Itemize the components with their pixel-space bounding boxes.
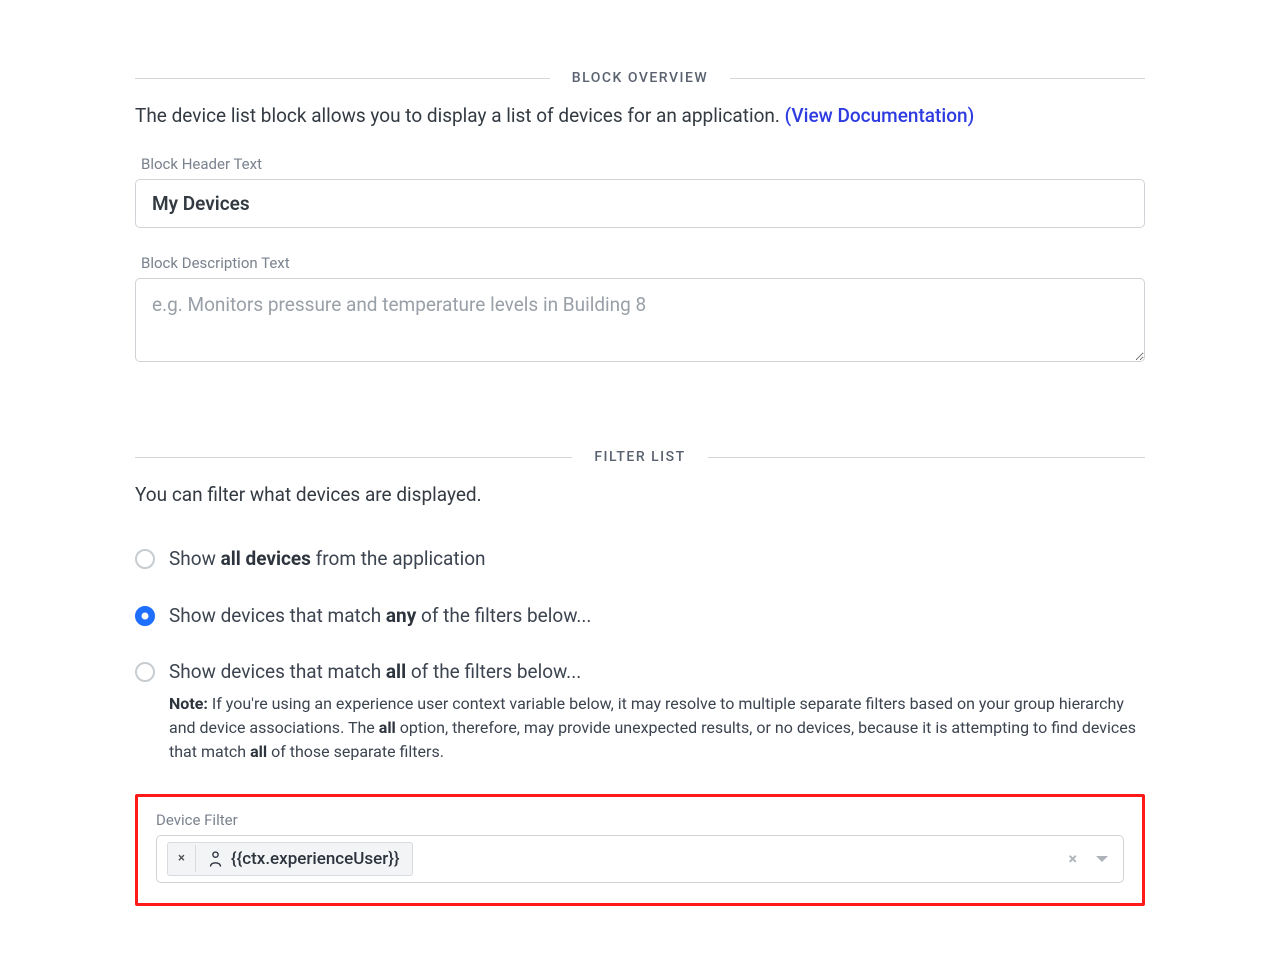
block-header-input[interactable] [135,179,1145,228]
radio-allof-note: Note: If you're using an experience user… [169,692,1145,764]
filter-intro-text: You can filter what devices are displaye… [135,483,1145,506]
device-filter-tag: × {{ctx.experienceUser}} [167,842,413,876]
device-filter-label: Device Filter [156,811,1124,829]
section-title-overview: BLOCK OVERVIEW [550,70,730,86]
overview-intro-text: The device list block allows you to disp… [135,104,785,127]
section-title-filter: FILTER LIST [572,449,707,465]
radio-label-allof: Show devices that match all of the filte… [169,659,1145,764]
divider [135,457,572,458]
section-header-overview: BLOCK OVERVIEW [135,70,1145,86]
divider [708,457,1145,458]
radio-label-all: Show all devices from the application [169,546,1145,573]
divider [730,78,1145,79]
radio-match-all[interactable] [135,662,155,682]
divider [135,78,550,79]
tag-remove-button[interactable]: × [168,845,196,872]
block-description-label: Block Description Text [141,254,1145,272]
radio-show-all-devices[interactable] [135,549,155,569]
tag-text: {{ctx.experienceUser}} [231,849,400,869]
view-documentation-link[interactable]: (View Documentation) [785,104,975,127]
device-filter-highlight-box: Device Filter × {{ctx.experienceUser}} × [135,794,1145,906]
block-header-label: Block Header Text [141,155,1145,173]
block-description-textarea[interactable] [135,278,1145,362]
overview-intro: The device list block allows you to disp… [135,104,1145,127]
user-icon [208,850,223,868]
section-header-filter: FILTER LIST [135,449,1145,465]
radio-label-any: Show devices that match any of the filte… [169,603,1145,630]
device-filter-select[interactable]: × {{ctx.experienceUser}} × [156,835,1124,883]
radio-match-any[interactable] [135,606,155,626]
chevron-down-icon[interactable] [1091,854,1113,864]
clear-select-button[interactable]: × [1063,849,1084,868]
